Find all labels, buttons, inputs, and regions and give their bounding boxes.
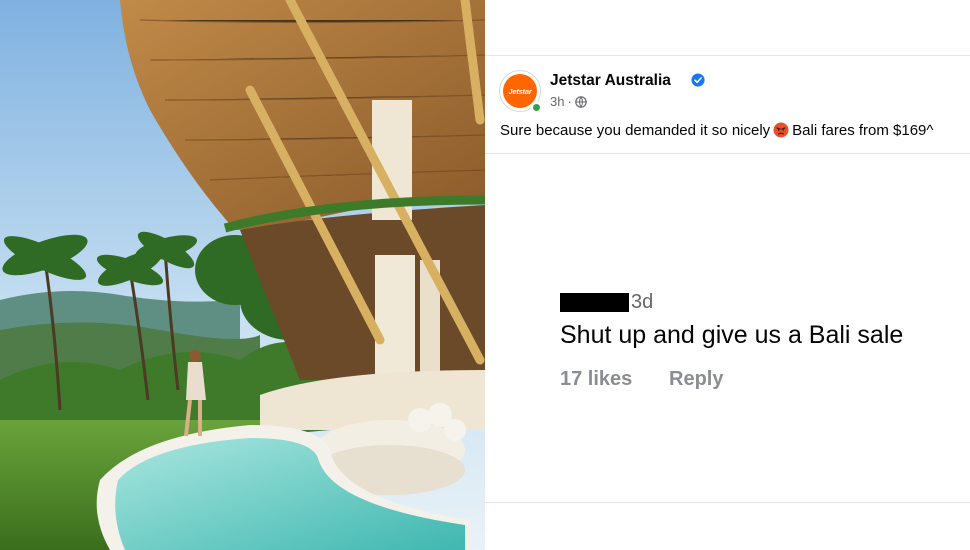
post-message: Sure because you demanded it so nicely B… [500, 122, 933, 139]
reply-button[interactable]: Reply [669, 368, 723, 391]
page-name-link[interactable]: Jetstar Australia [550, 72, 671, 90]
comment-text: Shut up and give us a Bali sale [560, 321, 904, 349]
villa-photo [0, 0, 485, 550]
comment-timestamp[interactable]: 3d [631, 291, 653, 314]
page-avatar[interactable]: Jetstar [499, 70, 542, 113]
redacted-username [560, 293, 629, 312]
social-post: Jetstar Jetstar Australia 3h · Sure beca… [485, 0, 970, 550]
meta-separator: · [567, 94, 572, 109]
post-message-text: Sure because you demanded it so nicely [500, 122, 771, 139]
post-timestamp[interactable]: 3h [550, 94, 564, 109]
verified-badge-icon [691, 73, 705, 87]
divider [485, 153, 970, 154]
online-status-dot [531, 102, 542, 113]
bamboo-villa-pool-image [0, 0, 485, 550]
post-meta: 3h · [550, 94, 587, 109]
divider [485, 55, 970, 56]
angry-face-emoji [773, 122, 789, 138]
divider [485, 502, 970, 503]
globe-icon [575, 95, 587, 108]
comment-likes[interactable]: 17 likes [560, 368, 632, 391]
post-header: Jetstar Jetstar Australia 3h · [499, 66, 959, 113]
post-message-text-2: Bali fares from $169^ [792, 122, 934, 139]
